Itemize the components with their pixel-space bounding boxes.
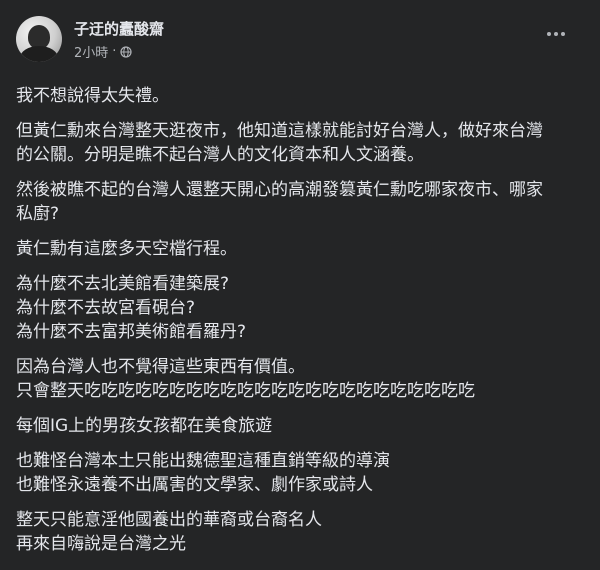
post-text-line: 也難怪台灣本土只能出魏德聖這種直銷等級的導演 [16,451,390,471]
post-paragraph: 每個IG上的男孩女孩都在美食旅遊 [16,414,588,438]
post-paragraph: 我不想說得太失禮。 [16,84,588,108]
post-text-line: 的公關。分明是瞧不起台灣人的文化資本和人文涵養。 [16,145,424,165]
post-text-line: 黃仁勳有這麼多天空檔行程。 [16,239,237,259]
post-paragraph: 但黃仁勳來台灣整天逛夜市，他知道這樣就能討好台灣人，做好來台灣 的公關。分明是瞧不… [16,119,588,167]
avatar-body-shape [20,46,58,62]
post-paragraph: 因為台灣人也不覺得這些東西有價值。只會整天吃吃吃吃吃吃吃吃吃吃吃吃吃吃吃吃吃吃吃… [16,355,588,403]
post-meta: 2小時 · [74,42,133,61]
post-time[interactable]: 2小時 [74,42,108,61]
globe-icon[interactable] [120,45,133,58]
post-paragraph: 整天只能意淫他國養出的華裔或台裔名人 再來自嗨說是台灣之光 [16,508,588,556]
more-options-icon[interactable] [542,24,570,44]
post-text-line: 為什麼不去富邦美術館看羅丹? [16,322,247,342]
more-dot [561,32,565,36]
post-text-line: 為什麼不去故宮看硯台? [16,298,196,318]
post-text-line: 因為台灣人也不覺得這些東西有價值。 [16,357,305,377]
meta-separator: · [112,44,117,59]
post-text-line: 但黃仁勳來台灣整天逛夜市，他知道這樣就能討好台灣人，做好來台灣 [16,121,543,141]
post-text-line: 我不想說得太失禮。 [16,86,169,106]
post-text-line: 每個IG上的男孩女孩都在美食旅遊 [16,416,273,436]
post-text: 我不想說得太失禮。但黃仁勳來台灣整天逛夜市，他知道這樣就能討好台灣人，做好來台灣… [12,84,588,570]
post-paragraph: 黃仁勳有這麼多天空檔行程。 [16,237,588,261]
post-header: 子迂的蠹酸齋 2小時 · [12,12,588,68]
post-text-line: 也難怪永遠養不出厲害的文學家、劇作家或詩人 [16,475,373,495]
post-text-line: 再來自嗨說是台灣之光 [16,534,186,554]
author-name[interactable]: 子迂的蠹酸齋 [74,18,164,39]
post-text-line: 為什麼不去北美館看建築展? [16,274,230,294]
more-dot [547,32,551,36]
post-text-line: 整天只能意淫他國養出的華裔或台裔名人 [16,510,322,530]
post-text-line: 只會整天吃吃吃吃吃吃吃吃吃吃吃吃吃吃吃吃吃吃吃吃吃吃吃 [16,381,475,401]
post-paragraph: 然後被瞧不起的台灣人還整天開心的高潮發篡黃仁勳吃哪家夜市、哪家 私廚? [16,178,588,226]
author-avatar[interactable] [16,16,62,62]
post-paragraph: 也難怪台灣本土只能出魏德聖這種直銷等級的導演 也難怪永遠養不出厲害的文學家、劇作家… [16,449,588,497]
facebook-post: 子迂的蠹酸齋 2小時 · 我不想說得太失禮。但黃仁勳來台灣整天逛夜市，他知道這樣… [0,0,600,570]
post-text-line: 私廚? [16,204,60,224]
more-dot [554,32,558,36]
post-paragraph: 為什麼不去北美館看建築展? 為什麼不去故宮看硯台? 為什麼不去富邦美術館看羅丹? [16,272,588,344]
post-text-line: 然後被瞧不起的台灣人還整天開心的高潮發篡黃仁勳吃哪家夜市、哪家 [16,180,543,200]
